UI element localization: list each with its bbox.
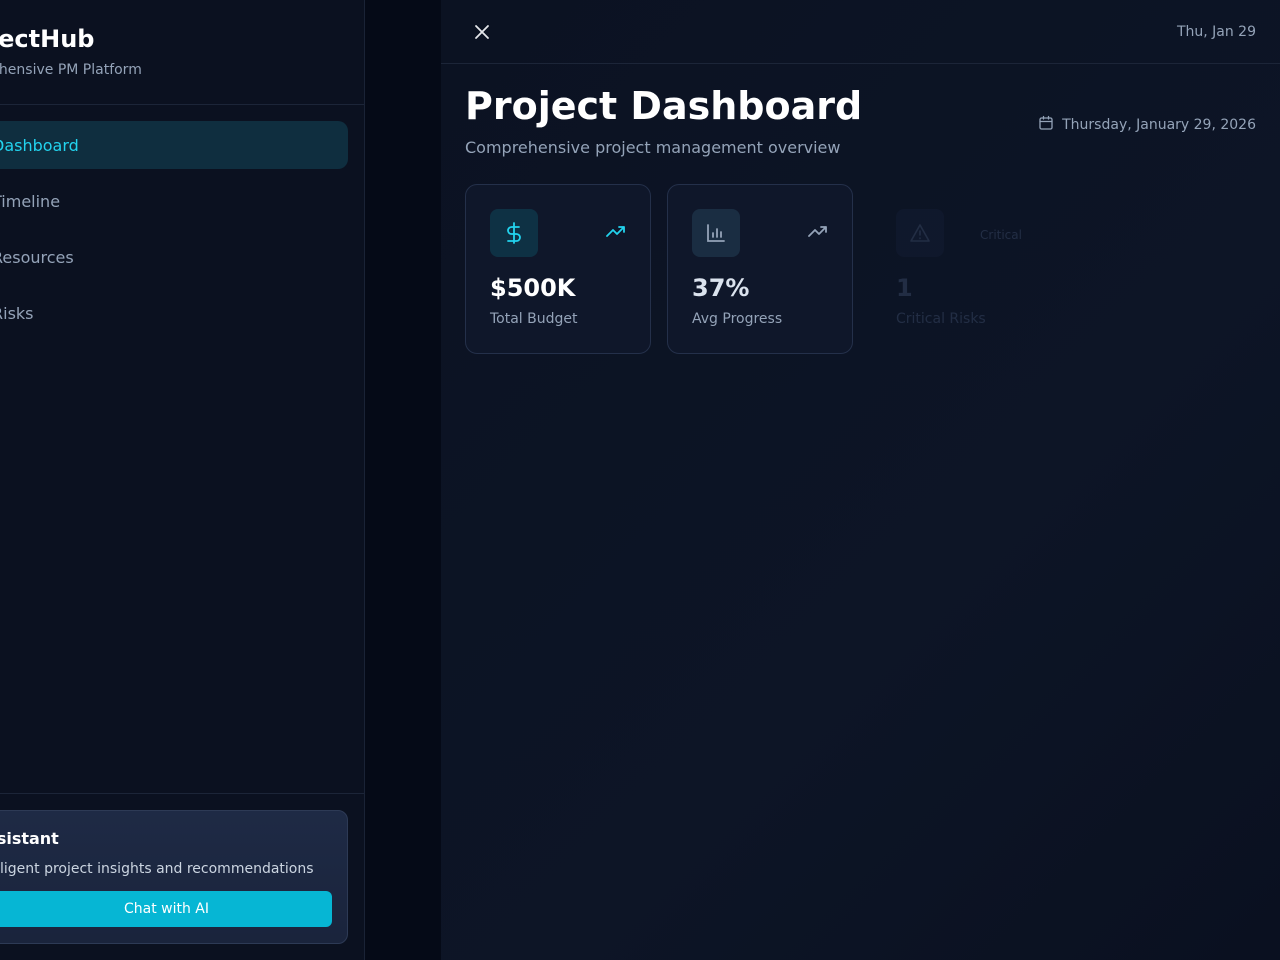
stat-value: 37%: [692, 274, 750, 302]
brand: ProjectHub Comprehensive PM Platform: [0, 24, 142, 78]
stat-label: Avg Progress: [692, 311, 783, 327]
sidebar-item-risks[interactable]: Risks: [0, 289, 348, 337]
sidebar-item-timeline[interactable]: Timeline: [0, 177, 348, 225]
sidebar-item-dashboard[interactable]: Dashboard: [0, 121, 348, 169]
page-title: Project Dashboard: [465, 84, 863, 128]
sidebar-item-label: Resources: [0, 247, 74, 267]
topbar: Thu, Jan 29: [441, 0, 1280, 64]
trending-up-icon: [808, 223, 828, 242]
stat-card-budget[interactable]: $500K Total Budget: [465, 184, 651, 354]
brand-title: ProjectHub: [0, 25, 95, 53]
app-root: ProjectHub Comprehensive PM Platform Das…: [0, 0, 1280, 960]
sidebar-divider: [0, 104, 364, 105]
stat-value: 1: [896, 274, 913, 302]
stat-label: Critical Risks: [896, 311, 986, 327]
sidebar-item-label: Dashboard: [0, 135, 79, 155]
chat-with-ai-button[interactable]: Chat with AI: [0, 891, 332, 927]
page-subtitle: Comprehensive project management overvie…: [465, 138, 841, 157]
ai-assistant-title: AI Assistant: [0, 829, 89, 848]
sidebar-item-label: Risks: [0, 303, 34, 323]
trending-up-icon: [606, 223, 626, 242]
stat-label: Total Budget: [490, 311, 578, 327]
ai-assistant-description-text: Intelligent project insights and recomme…: [0, 861, 314, 877]
backdrop-strip: [365, 0, 441, 960]
alert-triangle-icon: [896, 209, 944, 257]
sidebar-item-label: Timeline: [0, 191, 61, 211]
full-date: Thursday, January 29, 2026: [1038, 115, 1256, 135]
sidebar-item-resources[interactable]: Resources: [0, 233, 348, 281]
close-icon[interactable]: [472, 22, 492, 42]
stat-value: $500K: [490, 274, 576, 302]
bar-chart-icon: [692, 209, 740, 257]
main-panel: Thu, Jan 29 Project Dashboard Comprehens…: [441, 0, 1280, 960]
brand-subtitle: Comprehensive PM Platform: [0, 62, 142, 78]
ai-assistant-card: AI Assistant Intelligent project insight…: [0, 810, 348, 944]
topbar-date: Thu, Jan 29: [1176, 24, 1256, 40]
dollar-icon: [490, 209, 538, 257]
sidebar-divider: [0, 793, 364, 794]
ai-assistant-title-text: AI Assistant: [0, 829, 59, 848]
sidebar-nav: Dashboard Timeline Resources Risks: [0, 121, 348, 345]
calendar-icon: [1038, 115, 1054, 135]
full-date-text: Thursday, January 29, 2026: [1062, 117, 1256, 133]
stat-card-progress[interactable]: 37% Avg Progress: [667, 184, 853, 354]
status-badge: Critical: [980, 228, 1022, 242]
stat-card-risks[interactable]: Critical 1 Critical Risks: [871, 184, 1057, 354]
sidebar: ProjectHub Comprehensive PM Platform Das…: [0, 0, 365, 960]
ai-assistant-description: Intelligent project insights and recomme…: [0, 861, 326, 877]
